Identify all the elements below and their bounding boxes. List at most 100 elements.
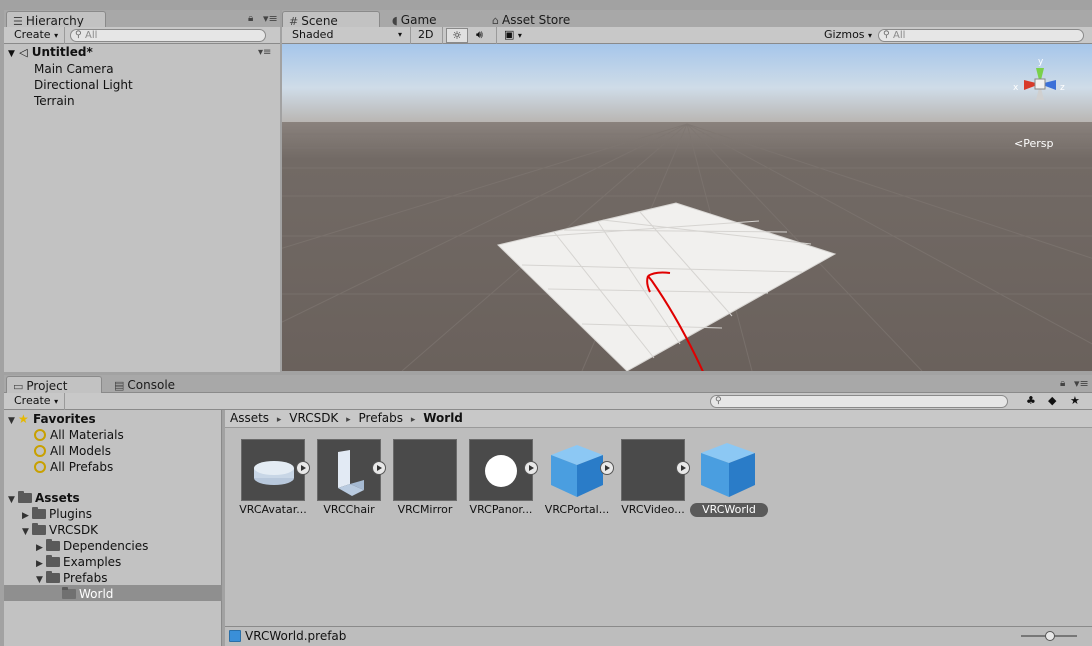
tab-asset-store[interactable]: ⌂ Asset Store [486,11,596,28]
filter-by-type-button[interactable]: ♣ [1022,394,1040,409]
sky [282,44,1092,124]
asset-label: VRCAvatar... [239,503,307,516]
projection-toggle[interactable]: <Persp [1014,137,1053,150]
hierarchy-item-label: Directional Light [34,78,133,92]
tab-hierarchy-label: Hierarchy [25,14,84,28]
folder-icon [46,571,60,583]
hierarchy-item[interactable]: Main Camera [34,61,114,77]
projection-label: Persp [1023,137,1054,150]
shading-mode-label: Shaded [292,28,334,41]
breadcrumb-item[interactable]: Assets [230,411,269,425]
expand-prefab-button[interactable] [296,461,310,475]
project-create-button[interactable]: Create ▾ [10,394,62,409]
thumbnail-size-slider[interactable] [1021,631,1077,641]
toolbar-divider [442,27,443,44]
favorite-item[interactable]: All Materials [34,427,124,443]
gizmo-y-label: y [1038,57,1044,67]
scene-viewport[interactable]: y z x <Persp [282,44,1092,371]
filter-by-label-button[interactable]: ◆ [1044,394,1060,409]
hierarchy-tabstrip: ☰ Hierarchy 🔒︎ ▾≡ [4,10,280,28]
project-search-input[interactable]: ⚲ [710,395,1008,408]
fold-open-icon: ▼ [8,495,15,505]
tree-item-world[interactable]: World [62,586,113,602]
orientation-gizmo[interactable]: y z x [1000,54,1080,124]
panel-menu-icon[interactable]: ▾≡ [263,12,278,25]
unity-scene-icon: ◁ [19,46,28,59]
breadcrumb: Assets ▸ VRCSDK ▸ Prefabs ▸ World [230,411,463,428]
folder-icon [32,507,46,519]
folder-icon [18,491,32,503]
favorite-item-label: All Models [50,444,111,458]
favorite-search-button[interactable]: ★ [1066,394,1084,409]
expand-prefab-button[interactable] [600,461,614,475]
scene-audio-toggle[interactable]: 🔊︎ [472,28,487,43]
tab-asset-store-label: Asset Store [501,13,571,27]
unity-editor-window: ☰ Hierarchy 🔒︎ ▾≡ Create ▾ ⚲ All ▼ ◁ Unti… [0,0,1092,646]
favorites-label: Favorites [32,412,96,426]
asset-thumbnail[interactable] [393,439,457,501]
gizmo-center-cube[interactable] [1034,78,1046,90]
lock-icon[interactable]: 🔒︎ [248,13,253,24]
tab-hierarchy[interactable]: ☰ Hierarchy [6,11,106,28]
folder-icon [46,539,60,551]
expand-prefab-button[interactable] [524,461,538,475]
scene-lighting-toggle[interactable]: ☼ [446,28,468,43]
mode-2d-label: 2D [418,28,434,41]
tab-project[interactable]: ▭ Project [6,376,102,393]
favorite-item[interactable]: All Models [34,443,111,459]
project-toolbar: Create ▾ ⚲ ♣ ◆ ★ [4,393,1092,410]
assets-root-label: Assets [35,491,80,505]
dropdown-arrow-icon: ▾ [868,31,873,40]
search-icon: ⚲ [883,30,890,40]
hierarchy-item[interactable]: Terrain [34,93,75,109]
scene-tabstrip: # Scene ◖ Game ⌂ Asset Store [282,10,1092,28]
scene-menu-icon[interactable]: ▾≡ [258,44,271,61]
gizmos-dropdown[interactable]: Gizmos ▾ [820,28,876,43]
scene-search-input[interactable]: ⚲ All [878,29,1084,42]
chevron-right-icon: ▸ [346,415,351,425]
breadcrumb-item[interactable]: Prefabs [359,411,404,425]
hierarchy-scene-name: Untitled* [31,45,93,59]
tab-scene-label: Scene [301,14,338,28]
favorite-item-label: All Materials [50,428,124,442]
scene-toolbar: Shaded ▾ 2D ☼ 🔊︎ ▣ ▾ Gizmos ▾ ⚲ All [282,27,1092,44]
tab-console-label: Console [127,378,176,392]
shading-mode-dropdown[interactable]: Shaded ▾ [288,28,406,43]
expand-prefab-button[interactable] [372,461,386,475]
hierarchy-search-input[interactable]: ⚲ All [70,29,266,42]
tab-project-label: Project [26,379,68,393]
scene-render [282,44,1092,371]
hierarchy-item-label: Main Camera [34,62,114,76]
fold-open-icon: ▼ [8,416,15,426]
project-create-label: Create [14,394,51,407]
project-tabstrip: ▭ Project ▤ Console 🔒︎ ▾≡ [4,375,1092,393]
sun-icon: ☼ [452,29,462,42]
mode-2d-toggle[interactable]: 2D [414,28,437,43]
tab-game-label: Game [400,13,437,27]
scene-effects-dropdown[interactable]: ▣ ▾ [500,28,526,43]
folder-open-icon [62,587,76,599]
search-icon: ⚲ [715,396,722,406]
dropdown-arrow-icon: ▾ [54,31,59,40]
asset-thumbnail-selected[interactable] [697,439,761,501]
expand-prefab-button[interactable] [676,461,690,475]
cube-icon [701,443,755,497]
chevron-right-icon: ▸ [410,415,416,425]
selected-file-path: VRCWorld.prefab [245,629,347,643]
breadcrumb-current[interactable]: World [423,411,463,425]
breadcrumb-item[interactable]: VRCSDK [289,411,338,425]
favorite-item[interactable]: All Prefabs [34,459,113,475]
image-icon: ▣ [504,28,515,41]
panel-menu-icon[interactable]: ▾≡ [1074,377,1089,390]
hierarchy-create-button[interactable]: Create ▾ [10,28,62,43]
fold-open-icon: ▼ [22,527,29,537]
gizmos-label: Gizmos [824,28,865,41]
tab-console[interactable]: ▤ Console [108,376,198,393]
hierarchy-item[interactable]: Directional Light [34,77,133,93]
tab-game[interactable]: ◖ Game [386,11,466,28]
slider-handle[interactable] [1045,631,1055,641]
tab-scene[interactable]: # Scene [282,11,380,28]
asset-label: VRCVideo... [621,503,685,516]
hierarchy-scene-row[interactable]: ▼ ◁ Untitled* ▾≡ [8,44,278,61]
lock-icon[interactable]: 🔒︎ [1060,378,1065,389]
